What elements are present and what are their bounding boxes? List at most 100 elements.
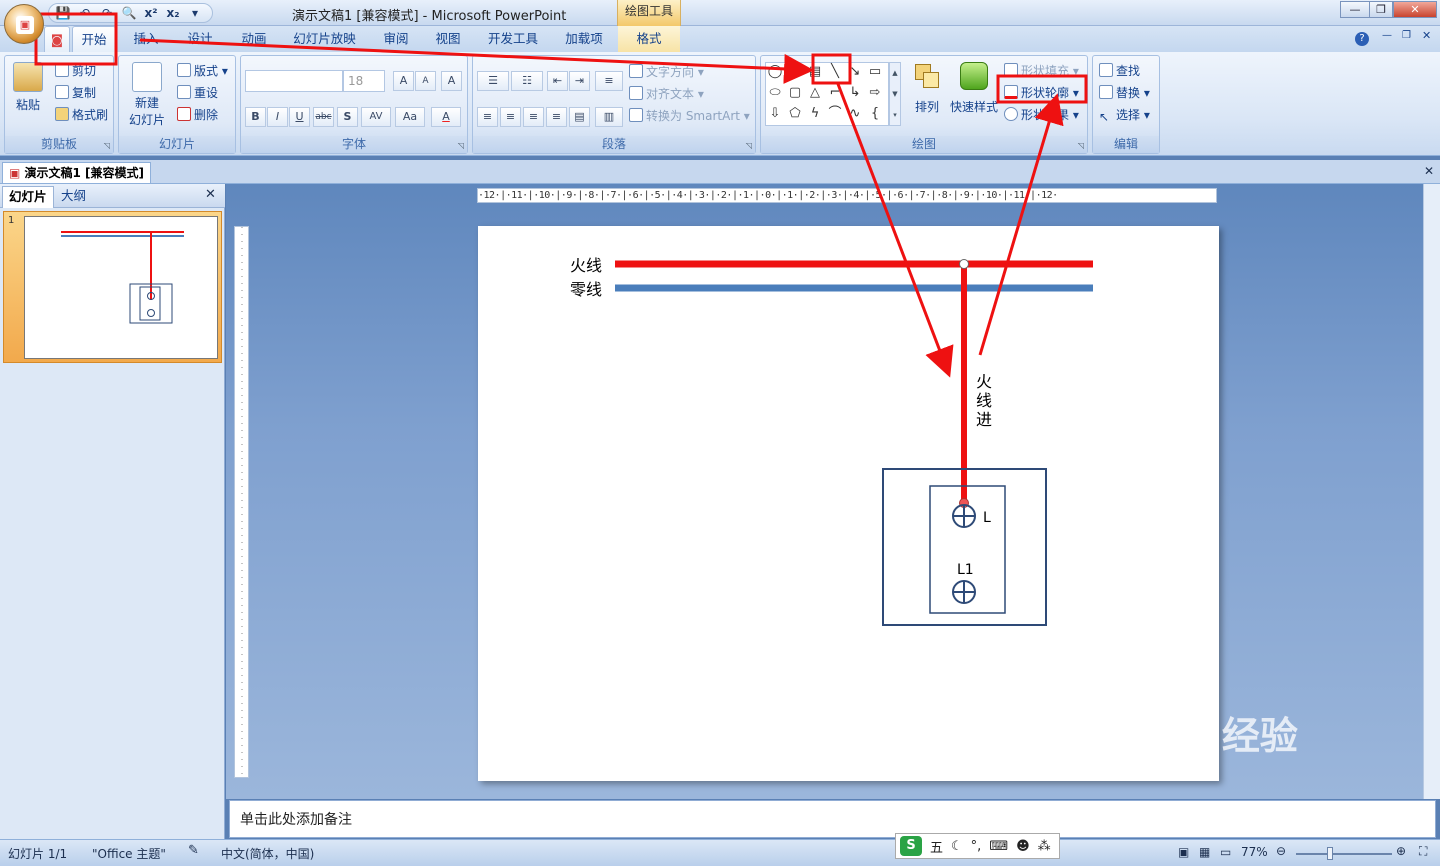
text-direction-button[interactable]: 文字方向 ▾	[629, 63, 704, 80]
zoom-slider-thumb[interactable]	[1327, 847, 1333, 860]
slide-thumbnail[interactable]	[24, 216, 218, 359]
shape-textbox-icon[interactable]: ▤	[806, 63, 824, 81]
slide-canvas[interactable]: 火线 零线 火 线 进 L L1	[478, 226, 1219, 781]
select-button[interactable]: ↖ 选择 ▾	[1099, 106, 1150, 124]
document-close-icon[interactable]: ✕	[1424, 164, 1434, 178]
shape-effects-button[interactable]: 形状效果 ▾	[1004, 106, 1079, 123]
find-button[interactable]: 查找	[1099, 62, 1140, 79]
shape-freeform-icon[interactable]: ∿	[846, 105, 864, 123]
shape-outline-button[interactable]: 形状轮廓 ▾	[1004, 84, 1079, 101]
align-right-button[interactable]: ≡	[523, 107, 544, 127]
ime-mode[interactable]: 五	[930, 837, 943, 856]
quick-styles-button[interactable]: 快速样式	[949, 62, 999, 115]
shape-rect-filled-icon[interactable]: ■	[786, 63, 804, 81]
shape-right-arrow-icon[interactable]: ⇨	[866, 84, 884, 102]
copy-button[interactable]: 复制	[55, 84, 96, 101]
sogou-logo-icon[interactable]: S	[900, 836, 922, 856]
tab-slideshow[interactable]: 幻灯片放映	[287, 26, 362, 52]
tab-developer[interactable]: 开发工具	[481, 26, 545, 52]
tab-slides[interactable]: 幻灯片	[2, 186, 54, 208]
shape-ellipse-icon[interactable]: ⬭	[766, 84, 784, 102]
tab-addins[interactable]: 加载项	[558, 26, 610, 52]
print-preview-icon[interactable]: 🔍	[121, 5, 137, 21]
moon-icon[interactable]: ☾	[951, 839, 963, 854]
slide-sorter-icon[interactable]: ▦	[1199, 845, 1210, 859]
shape-curve-icon[interactable]: ⌒	[826, 105, 844, 123]
doc-restore-icon[interactable]: ❐	[1402, 30, 1411, 41]
tab-review[interactable]: 审阅	[376, 26, 416, 52]
align-center-button[interactable]: ≡	[500, 107, 521, 127]
tab-animations[interactable]: 动画	[234, 26, 274, 52]
document-tab[interactable]: ▣ 演示文稿1 [兼容模式]	[2, 162, 152, 183]
junction-handle[interactable]	[959, 259, 969, 269]
replace-button[interactable]: 替换 ▾	[1099, 84, 1150, 101]
tab-design[interactable]: 设计	[180, 26, 220, 52]
distribute-button[interactable]: ▤	[569, 107, 590, 127]
maximize-button[interactable]: ❐	[1369, 1, 1393, 18]
shape-rectangle-icon[interactable]: ▭	[866, 63, 884, 81]
tab-file-icon[interactable]: ◙	[44, 26, 70, 52]
tab-outline[interactable]: 大纲	[55, 186, 92, 208]
font-color-button[interactable]: A	[431, 107, 461, 127]
align-left-button[interactable]: ≡	[477, 107, 498, 127]
shapes-gallery[interactable]: ◯ ■ ▤ ╲ ↘ ▭ ⬭ ▢ △ ⌐ ↳ ⇨ ⇩ ⬠ ϟ ⌒ ∿ {	[765, 62, 889, 126]
zoom-out-icon[interactable]: ⊖	[1276, 844, 1286, 858]
numbering-button[interactable]: ☷	[511, 71, 543, 91]
doc-close-icon[interactable]: ✕	[1422, 29, 1431, 42]
doc-minimize-icon[interactable]: —	[1382, 30, 1392, 41]
tab-insert[interactable]: 插入	[126, 26, 166, 52]
neutral-wire-label[interactable]: 零线	[570, 276, 602, 300]
keyboard-icon[interactable]: ⌨	[989, 839, 1008, 854]
strikethrough-button[interactable]: abc	[313, 107, 334, 127]
underline-button[interactable]: U	[289, 107, 310, 127]
shape-oval-icon[interactable]: ◯	[766, 63, 784, 81]
dialog-launcher-icon[interactable]: ◹	[104, 141, 110, 150]
change-case-button[interactable]: Aa	[395, 107, 425, 127]
redo-icon[interactable]: ↷	[99, 5, 115, 21]
line-spacing-button[interactable]: ≡	[595, 71, 623, 91]
paste-button[interactable]: 粘贴	[11, 62, 45, 124]
close-button[interactable]: ✕	[1393, 1, 1437, 18]
font-name-dropdown[interactable]	[245, 70, 343, 92]
layout-button[interactable]: 版式 ▾	[177, 62, 228, 79]
shape-arrow-line-icon[interactable]: ↘	[846, 63, 864, 81]
reset-button[interactable]: 重设	[177, 84, 218, 101]
shape-elbow-arrow-icon[interactable]: ↳	[846, 84, 864, 102]
qat-customize-icon[interactable]: ▾	[187, 5, 203, 21]
bold-button[interactable]: B	[245, 107, 266, 127]
spellcheck-icon[interactable]: ✎	[188, 843, 199, 858]
terminal-l-label[interactable]: L	[983, 510, 991, 526]
vertical-scrollbar[interactable]	[1423, 184, 1440, 799]
zoom-in-icon[interactable]: ⊕	[1396, 844, 1406, 858]
dialog-launcher-icon[interactable]: ◹	[746, 141, 752, 150]
columns-button[interactable]: ▥	[595, 107, 623, 127]
shape-brace-icon[interactable]: {	[866, 105, 884, 123]
dialog-launcher-icon[interactable]: ◹	[458, 141, 464, 150]
office-button[interactable]: ▣	[4, 4, 44, 44]
user-icon[interactable]: ☻	[1016, 839, 1030, 854]
dialog-launcher-icon[interactable]: ◹	[1078, 141, 1084, 150]
normal-view-icon[interactable]: ▣	[1178, 845, 1189, 859]
shape-lightning-icon[interactable]: ϟ	[806, 105, 824, 123]
shape-fill-button[interactable]: 形状填充 ▾	[1004, 62, 1079, 79]
shape-pentagon-icon[interactable]: ⬠	[786, 105, 804, 123]
italic-button[interactable]: I	[267, 107, 288, 127]
arrange-button[interactable]: 排列	[907, 62, 947, 115]
undo-icon[interactable]: ↶	[77, 5, 93, 21]
bullets-button[interactable]: ☰	[477, 71, 509, 91]
tab-format[interactable]: 格式	[618, 26, 680, 52]
live-wire-label[interactable]: 火线	[570, 252, 602, 276]
grid-icon[interactable]: ⁂	[1038, 839, 1051, 854]
minimize-button[interactable]: —	[1340, 1, 1370, 18]
slide-thumbnail-selected[interactable]: 1	[3, 211, 222, 363]
shape-line-icon[interactable]: ╲	[826, 63, 844, 81]
help-icon[interactable]: ?	[1355, 32, 1369, 46]
shadow-button[interactable]: S	[337, 107, 358, 127]
shape-rounded-rect-icon[interactable]: ▢	[786, 84, 804, 102]
zoom-level[interactable]: 77%	[1241, 845, 1268, 859]
shrink-font-button[interactable]: A	[415, 71, 436, 91]
shape-down-arrow-icon[interactable]: ⇩	[766, 105, 784, 123]
char-spacing-button[interactable]: AV	[361, 107, 391, 127]
clear-format-button[interactable]: A	[441, 71, 462, 91]
font-size-dropdown[interactable]: 18	[343, 70, 385, 92]
